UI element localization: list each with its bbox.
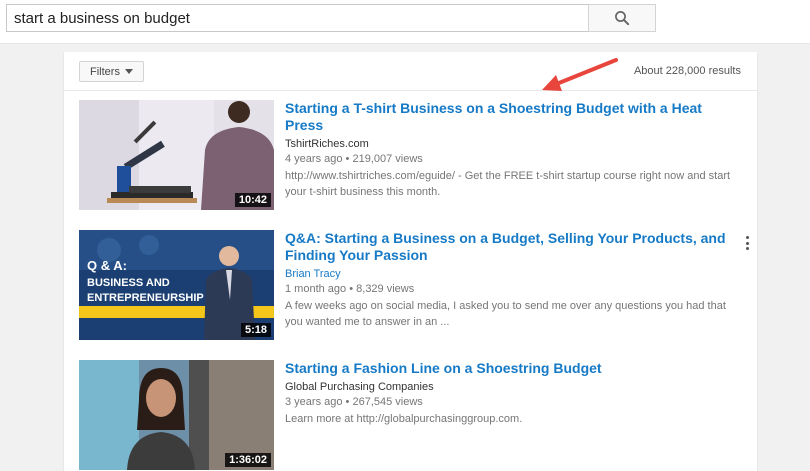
- more-options-icon[interactable]: [743, 236, 751, 250]
- meta-separator: •: [349, 283, 354, 295]
- results-panel: Filters About 228,000 results 10:42 Star…: [64, 52, 757, 471]
- thumb-text-line3: ENTREPRENEURSHIP: [87, 292, 204, 304]
- divider: [64, 90, 757, 91]
- view-count: 8,329 views: [356, 283, 415, 295]
- result-meta: 4 years ago • 219,007 views: [285, 152, 743, 167]
- result-count: About 228,000 results: [633, 65, 741, 77]
- view-count: 267,545 views: [352, 396, 423, 408]
- channel-name[interactable]: Brian Tracy: [285, 267, 743, 282]
- thumb-text-line2: BUSINESS AND: [87, 277, 170, 289]
- upload-age: 4 years ago: [285, 153, 343, 165]
- channel-name[interactable]: TshirtRiches.com: [285, 137, 743, 152]
- duration-badge: 1:36:02: [225, 453, 271, 467]
- search-bar: [0, 0, 810, 44]
- channel-name[interactable]: Global Purchasing Companies: [285, 380, 743, 395]
- video-thumbnail[interactable]: 1:36:02: [79, 360, 274, 470]
- caret-down-icon: [124, 69, 133, 74]
- meta-separator: •: [345, 396, 350, 408]
- result-description: Learn more at http://globalpurchasinggro…: [285, 413, 523, 425]
- filters-label: Filters: [90, 65, 120, 78]
- search-input[interactable]: [6, 4, 588, 32]
- search-icon: [615, 11, 630, 26]
- duration-badge: 5:18: [240, 323, 271, 337]
- result-title[interactable]: Q&A: Starting a Business on a Budget, Se…: [285, 230, 743, 264]
- upload-age: 3 years ago: [285, 396, 343, 408]
- meta-separator: •: [345, 153, 350, 165]
- upload-age: 1 month ago: [285, 283, 347, 295]
- search-button[interactable]: [588, 4, 656, 32]
- view-count: 219,007 views: [352, 153, 423, 165]
- result-description: A few weeks ago on social media, I asked…: [285, 300, 726, 328]
- result-meta: 1 month ago • 8,329 views: [285, 282, 743, 297]
- result-title[interactable]: Starting a T-shirt Business on a Shoestr…: [285, 100, 743, 134]
- annotation-arrow-icon: [542, 58, 618, 91]
- video-thumbnail[interactable]: 10:42: [79, 100, 274, 210]
- duration-badge: 10:42: [234, 193, 271, 207]
- result-meta: 3 years ago • 267,545 views: [285, 395, 743, 410]
- video-thumbnail[interactable]: Q & A: BUSINESS AND ENTREPRENEURSHIP 5:1…: [79, 230, 274, 340]
- result-description: http://www.tshirtriches.com/eguide/ - Ge…: [285, 170, 731, 198]
- filters-button[interactable]: Filters: [79, 61, 144, 82]
- thumb-text-line1: Q & A:: [87, 258, 127, 273]
- result-title[interactable]: Starting a Fashion Line on a Shoestring …: [285, 360, 743, 377]
